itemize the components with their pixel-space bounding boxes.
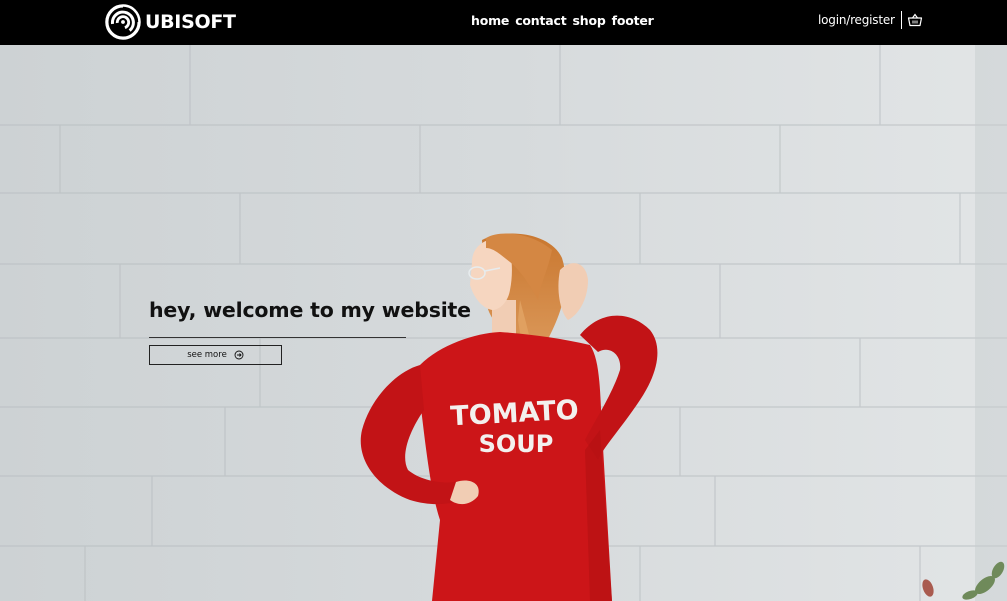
brand-name: UBISOFT	[145, 11, 236, 33]
nav-footer-link[interactable]: footer	[612, 13, 654, 28]
hero-headline: hey, welcome to my website	[149, 298, 471, 322]
navbar: UBISOFT home contact shop footer login/r…	[0, 0, 1007, 45]
see-more-label: see more	[187, 350, 227, 360]
nav-home-link[interactable]: home	[471, 13, 509, 28]
nav-shop-link[interactable]: shop	[573, 13, 606, 28]
see-more-button[interactable]: see more	[149, 345, 282, 365]
nav-contact-link[interactable]: contact	[515, 13, 566, 28]
shirt-text-line2: SOUP	[479, 430, 554, 458]
account-area: login/register	[818, 11, 923, 29]
main-nav: home contact shop footer	[471, 13, 654, 28]
arrow-circle-right-icon	[234, 350, 244, 360]
nav-divider	[900, 11, 902, 29]
basket-icon[interactable]	[907, 12, 923, 28]
login-register-link[interactable]: login/register	[818, 13, 895, 27]
ubisoft-swirl-icon	[105, 4, 141, 40]
brand-logo[interactable]: UBISOFT	[104, 2, 236, 42]
hero-photo: TOMATO SOUP	[0, 45, 1007, 601]
hero-section: TOMATO SOUP	[0, 45, 1007, 601]
headline-divider	[149, 337, 406, 338]
